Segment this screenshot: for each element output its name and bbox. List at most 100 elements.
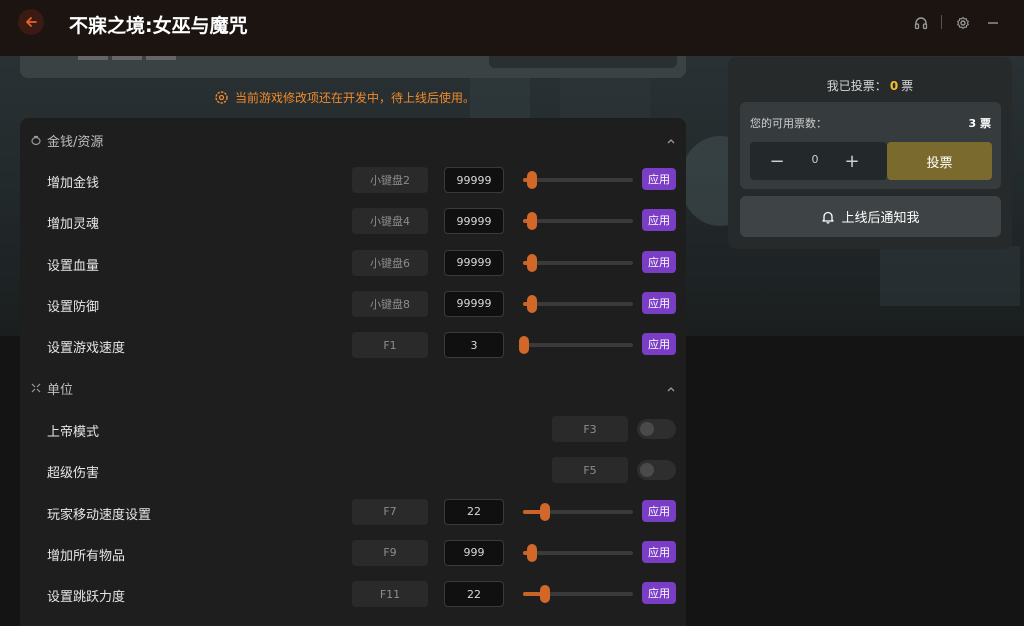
- hotkey-badge[interactable]: 小键盘6: [352, 249, 428, 276]
- settings-button[interactable]: [954, 14, 972, 32]
- slider-thumb[interactable]: [526, 212, 537, 231]
- vote-panel: 我已投票： 0 票 您的可用票数： 3 票 − 0 + 投票 上线后通知我: [728, 57, 1012, 249]
- value-input[interactable]: 999: [444, 539, 504, 566]
- slider-thumb[interactable]: [526, 294, 537, 313]
- value-slider[interactable]: [523, 171, 633, 189]
- value-input[interactable]: 99999: [444, 167, 504, 193]
- hotkey-badge[interactable]: F11: [352, 581, 428, 608]
- value-slider[interactable]: [523, 502, 633, 521]
- setting-label: 增加灵魂: [47, 217, 100, 233]
- slider-thumb[interactable]: [526, 253, 537, 272]
- app-title: 不寐之境:女巫与魔咒: [69, 15, 248, 37]
- value-input[interactable]: 99999: [444, 290, 504, 317]
- slider-thumb[interactable]: [519, 336, 530, 355]
- available-votes-value: 3 票: [968, 117, 991, 130]
- apply-button[interactable]: 应用: [642, 333, 676, 356]
- arrow-left-icon: [26, 17, 37, 27]
- value-slider[interactable]: [523, 253, 633, 272]
- hotkey-badge[interactable]: F1: [352, 332, 428, 359]
- increment-button[interactable]: +: [841, 150, 863, 172]
- setting-row: 设置跳跃力度 F11 22 应用: [20, 575, 686, 615]
- setting-label: 设置游戏速度: [47, 341, 126, 357]
- hotkey-badge[interactable]: F9: [352, 539, 428, 566]
- value-input[interactable]: 99999: [444, 208, 504, 235]
- setting-label: 超级伤害: [47, 466, 100, 482]
- section-title: 单位: [47, 382, 74, 398]
- apply-button[interactable]: 应用: [642, 499, 676, 522]
- title-bar: 不寐之境:女巫与魔咒: [0, 0, 1024, 56]
- apply-button[interactable]: 应用: [642, 582, 676, 605]
- decrement-button[interactable]: −: [766, 150, 788, 172]
- value-input[interactable]: 3: [444, 332, 504, 359]
- section-header[interactable]: 单位: [20, 370, 686, 406]
- headset-icon: [914, 17, 928, 30]
- value-input[interactable]: 22: [444, 498, 504, 525]
- vote-button[interactable]: 投票: [887, 142, 992, 180]
- setting-row: 上帝模式 F3: [20, 410, 686, 450]
- apply-button[interactable]: 应用: [642, 540, 676, 563]
- value-slider[interactable]: [523, 585, 633, 604]
- dev-notice: 当前游戏修改项还在开发中，待上线后使用。: [214, 88, 475, 106]
- minimize-icon: [988, 22, 998, 24]
- vote-box: 您的可用票数： 3 票 − 0 + 投票: [740, 102, 1001, 189]
- hotkey-badge[interactable]: F7: [352, 498, 428, 525]
- chevron-up-icon[interactable]: [666, 384, 676, 394]
- dev-notice-text: 当前游戏修改项还在开发中，待上线后使用。: [235, 90, 476, 105]
- slider-thumb[interactable]: [526, 543, 537, 562]
- value-input[interactable]: 99999: [444, 249, 504, 276]
- vote-title-prefix: 我已投票：: [826, 79, 887, 93]
- setting-label: 增加金钱: [47, 176, 100, 191]
- hotkey-badge[interactable]: 小键盘4: [352, 208, 428, 235]
- value-input[interactable]: 22: [444, 581, 504, 608]
- vote-count: 0: [811, 153, 819, 166]
- gear-icon: [956, 16, 970, 30]
- hotkey-badge[interactable]: 小键盘8: [352, 290, 428, 317]
- setting-label: 设置跳跃力度: [47, 590, 126, 606]
- available-votes-label: 您的可用票数：: [750, 117, 827, 130]
- value-slider[interactable]: [523, 294, 633, 313]
- hotkey-badge[interactable]: F5: [552, 457, 628, 484]
- section-title: 金钱/资源: [47, 134, 104, 150]
- value-slider[interactable]: [519, 336, 633, 355]
- toggle-switch[interactable]: [637, 419, 676, 439]
- setting-row: 玩家移动速度设置 F7 22 应用: [20, 493, 686, 533]
- section-header[interactable]: 金钱/资源: [20, 122, 686, 158]
- notify-button[interactable]: 上线后通知我: [740, 196, 1001, 237]
- setting-row: 设置血量 小键盘6 99999 应用: [20, 244, 686, 284]
- toggle-switch[interactable]: [637, 460, 676, 481]
- headset-button[interactable]: [912, 14, 930, 32]
- value-slider[interactable]: [523, 543, 633, 562]
- unit-icon: [31, 383, 41, 393]
- wrench-gear-icon: [215, 90, 228, 104]
- setting-label: 设置防御: [47, 299, 100, 315]
- apply-button[interactable]: 应用: [642, 168, 676, 190]
- notify-button-label: 上线后通知我: [841, 211, 920, 226]
- slider-thumb[interactable]: [526, 171, 537, 189]
- vote-title: 我已投票： 0 票: [728, 77, 1012, 94]
- back-button[interactable]: [18, 9, 44, 35]
- minimize-button[interactable]: [984, 14, 1002, 32]
- vote-title-suffix: 票: [901, 79, 914, 93]
- setting-label: 设置血量: [47, 258, 100, 274]
- setting-row: 设置游戏速度 F1 3 应用: [20, 326, 686, 366]
- hotkey-badge[interactable]: 小键盘2: [352, 167, 428, 193]
- value-slider[interactable]: [523, 212, 633, 231]
- setting-label: 上帝模式: [47, 425, 100, 440]
- slider-thumb[interactable]: [540, 502, 550, 521]
- setting-row: 超级伤害 F5: [20, 451, 686, 491]
- setting-label: 增加所有物品: [47, 548, 126, 564]
- apply-button[interactable]: 应用: [642, 209, 676, 232]
- top-strip: [20, 56, 686, 78]
- hotkey-badge[interactable]: F3: [552, 416, 628, 442]
- toggle-knob: [640, 463, 654, 478]
- coins-icon: [31, 135, 41, 146]
- slider-thumb[interactable]: [540, 585, 550, 604]
- chevron-up-icon[interactable]: [666, 136, 676, 146]
- apply-button[interactable]: 应用: [642, 250, 676, 273]
- apply-button[interactable]: 应用: [642, 291, 676, 314]
- votes-cast-count: 0: [889, 79, 899, 93]
- cheat-panel: 金钱/资源 增加金钱 小键盘2 99999 应用 增加灵魂 小键盘4 99999 应用 设置血量小…: [20, 118, 686, 626]
- setting-row: 增加灵魂 小键盘4 99999 应用: [20, 202, 686, 242]
- toggle-knob: [640, 422, 654, 436]
- setting-row: 增加所有物品 F9 999 应用: [20, 534, 686, 574]
